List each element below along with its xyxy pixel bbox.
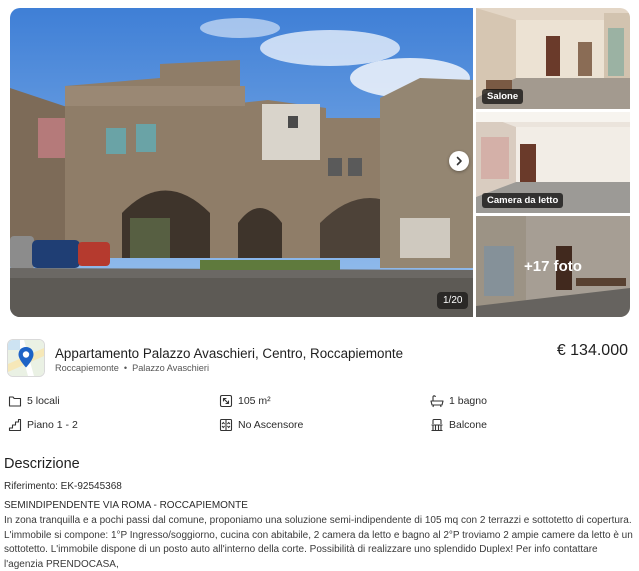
thumbnail-label: Salone	[482, 89, 524, 104]
feature-area: 105 m²	[219, 394, 271, 408]
feature-floor: Piano 1 - 2	[8, 418, 78, 432]
feature-elevator: No Ascensore	[219, 418, 303, 432]
bathtub-icon	[430, 395, 444, 408]
location-separator: •	[123, 363, 128, 373]
feature-bathrooms-label: 1 bagno	[449, 395, 487, 407]
location-city[interactable]: Roccapiemonte	[55, 363, 119, 373]
reference-code: Riferimento: EK-92545368	[4, 481, 122, 492]
listing-header: Appartamento Palazzo Avaschieri, Centro,…	[7, 339, 632, 379]
main-photo[interactable]: 1/20	[10, 8, 473, 317]
stairs-icon	[8, 418, 22, 432]
feature-floor-label: Piano 1 - 2	[27, 419, 78, 431]
map-pin-icon[interactable]	[7, 339, 45, 377]
feature-rooms: 5 locali	[8, 394, 60, 408]
listing-price: € 134.000	[556, 342, 628, 359]
rooms-icon	[8, 396, 22, 407]
feature-area-label: 105 m²	[238, 395, 271, 407]
thumbnail-label: Camera da letto	[482, 193, 564, 208]
feature-balcony: Balcone	[430, 418, 487, 432]
balcony-icon	[431, 418, 443, 432]
photo-counter: 1/20	[437, 292, 469, 309]
description-body: In zona tranquilla e a pochi passi dal c…	[4, 515, 633, 570]
description-heading: Descrizione	[4, 456, 80, 472]
elevator-icon	[219, 418, 233, 432]
description-title: SEMINDIPENDENTE VIA ROMA - ROCCAPIEMONTE	[4, 500, 248, 511]
thumbnail-salone[interactable]: Salone	[476, 8, 630, 109]
thumbnail-camera-da-letto[interactable]: Camera da letto	[476, 112, 630, 213]
feature-elevator-label: No Ascensore	[238, 419, 304, 431]
listing-title: Appartamento Palazzo Avaschieri, Centro,…	[55, 346, 404, 361]
feature-balcony-label: Balcone	[449, 419, 487, 431]
feature-bathrooms: 1 bagno	[430, 394, 487, 408]
area-icon	[219, 394, 233, 408]
location-zone[interactable]: Palazzo Avaschieri	[132, 363, 209, 373]
more-photos-overlay: +17 foto	[476, 216, 630, 317]
photo-gallery: 1/20 Salone Camera da letto +17 foto	[10, 8, 630, 317]
listing-location: Roccapiemonte • Palazzo Avaschieri	[55, 363, 209, 373]
feature-rooms-label: 5 locali	[27, 395, 60, 407]
chevron-right-icon	[456, 156, 462, 166]
thumbnail-more-photos[interactable]: +17 foto	[476, 216, 630, 317]
next-photo-button[interactable]	[449, 151, 469, 171]
